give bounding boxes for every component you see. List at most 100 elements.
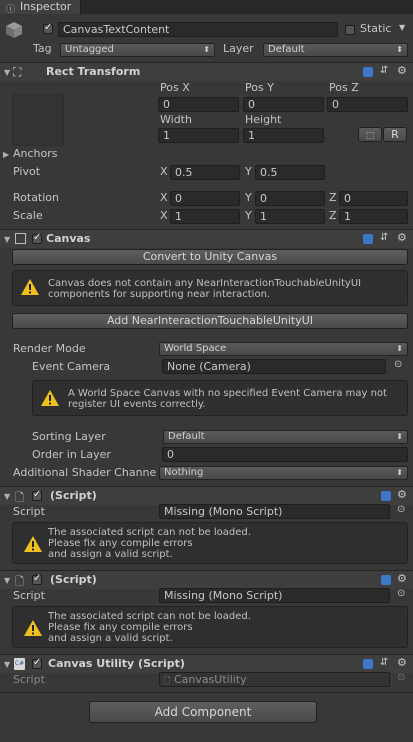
preset-icon[interactable]: ⇵ (380, 232, 388, 243)
blueprint-mode-button[interactable]: ⬚ (358, 127, 382, 142)
object-picker-icon: ⊙ (397, 672, 406, 683)
pivot-y-label: Y (245, 165, 252, 178)
render-mode-dropdown[interactable]: World Space ⬍ (159, 342, 408, 356)
pos-y-field[interactable]: 0 (243, 97, 324, 112)
canvas-title: Canvas (46, 232, 91, 245)
height-field[interactable]: 1 (243, 128, 324, 143)
help-book-icon[interactable] (363, 234, 373, 244)
tab-inspector[interactable]: ⓘ Inspector (0, 0, 81, 15)
rotation-y-field[interactable]: 0 (255, 191, 325, 206)
preset-icon[interactable]: ⇵ (380, 657, 388, 668)
help-book-icon[interactable] (363, 659, 373, 669)
foldout-arrow-icon[interactable]: ▼ (4, 235, 10, 244)
pos-x-label: Pos X (160, 81, 190, 94)
layer-dropdown[interactable]: Default ⬍ (263, 43, 408, 57)
pos-x-field[interactable]: 0 (158, 97, 239, 112)
warning-icon (21, 279, 39, 295)
scale-y-field[interactable]: 1 (255, 209, 325, 224)
sorting-layer-label: Sorting Layer (32, 430, 106, 443)
rect-transform-header[interactable]: ▼ ⛶ Rect Transform ⇵ ⚙ (0, 62, 413, 81)
rotation-x-field[interactable]: 0 (170, 191, 240, 206)
width-label: Width (160, 113, 192, 126)
chevron-down-icon: ⬍ (203, 45, 210, 54)
tag-dropdown[interactable]: Untagged ⬍ (60, 43, 215, 57)
pivot-x-label: X (160, 165, 168, 178)
canvas-utility-script-value: CanvasUtility (173, 673, 247, 686)
add-touchable-button[interactable]: Add NearInteractionTouchableUnityUI (12, 313, 408, 329)
canvas-utility-header[interactable]: ▼ C# Canvas Utility (Script) ⇵ ⚙ (0, 654, 413, 673)
foldout-arrow-icon[interactable]: ▼ (4, 68, 10, 77)
static-dropdown-arrow[interactable]: ▼ (399, 23, 405, 32)
missing-script-2-field[interactable]: Missing (Mono Script) (159, 588, 390, 603)
sorting-layer-value: Default (168, 431, 205, 442)
foldout-arrow-icon[interactable]: ▼ (4, 492, 10, 501)
tag-value: Untagged (65, 44, 114, 55)
event-camera-field[interactable]: None (Camera) (162, 359, 386, 374)
canvas-header[interactable]: ▼ Canvas ⇵ ⚙ (0, 229, 413, 248)
object-picker-icon[interactable]: ⊙ (397, 588, 405, 599)
chevron-down-icon: ⬍ (396, 45, 403, 54)
order-in-layer-field[interactable]: 0 (162, 447, 408, 462)
canvas-icon (15, 233, 26, 244)
canvas-utility-checkbox[interactable] (32, 657, 42, 669)
gameobject-name-field[interactable]: CanvasTextContent (58, 22, 338, 37)
help-book-icon[interactable] (381, 491, 391, 501)
anchor-preset-box[interactable] (12, 94, 64, 146)
missing-script-2-checkbox[interactable] (32, 573, 42, 585)
warning-icon (41, 390, 59, 406)
shader-channels-dropdown[interactable]: Nothing ⬍ (159, 466, 408, 480)
tag-label: Tag (33, 42, 52, 55)
scale-x-field[interactable]: 1 (170, 209, 240, 224)
gameobject-active-checkbox[interactable] (43, 22, 53, 34)
missing-script-1-script-label: Script (13, 505, 45, 518)
gear-icon[interactable]: ⚙ (397, 488, 407, 501)
object-picker-icon[interactable]: ⊙ (394, 359, 402, 370)
inspector-icon: ⓘ (6, 5, 16, 15)
chevron-down-icon: ⬍ (396, 344, 403, 353)
missing-script-2-header[interactable]: ▼ 🗋 (Script) ⚙ (0, 570, 413, 589)
missing-script-1-checkbox[interactable] (32, 489, 42, 501)
shader-channels-value: Nothing (164, 467, 204, 478)
raw-edit-button[interactable]: R (383, 127, 407, 142)
canvas-utility-script-label: Script (13, 673, 45, 686)
pivot-x-field[interactable]: 0.5 (170, 165, 240, 180)
touchable-warning-text: Canvas does not contain any NearInteract… (48, 278, 362, 300)
convert-to-unity-canvas-button[interactable]: Convert to Unity Canvas (12, 249, 408, 265)
canvas-enabled-checkbox[interactable] (32, 232, 42, 244)
gear-icon[interactable]: ⚙ (397, 64, 407, 77)
missing-script-1-header[interactable]: ▼ 🗋 (Script) ⚙ (0, 486, 413, 505)
preset-icon[interactable]: ⇵ (380, 65, 388, 76)
help-book-icon[interactable] (363, 67, 373, 77)
touchable-warning-box: Canvas does not contain any NearInteract… (12, 270, 408, 306)
pivot-y-field[interactable]: 0.5 (255, 165, 325, 180)
static-checkbox[interactable] (345, 25, 355, 35)
order-in-layer-label: Order in Layer (32, 448, 111, 461)
anchors-label[interactable]: Anchors (13, 147, 58, 161)
missing-script-2-warning-box: The associated script can not be loaded.… (12, 606, 408, 648)
gear-icon[interactable]: ⚙ (397, 231, 407, 244)
width-field[interactable]: 1 (158, 128, 239, 143)
missing-script-1-warning-box: The associated script can not be loaded.… (12, 522, 408, 564)
missing-script-1-field[interactable]: Missing (Mono Script) (159, 504, 390, 519)
rotation-y-label: Y (245, 191, 252, 204)
pos-y-label: Pos Y (245, 81, 274, 94)
rotation-z-field[interactable]: 0 (339, 191, 408, 206)
divider (0, 692, 413, 693)
camera-warning-text: A World Space Canvas with no specified E… (68, 388, 387, 410)
event-camera-label: Event Camera (32, 360, 111, 373)
foldout-arrow-icon[interactable]: ▼ (4, 576, 10, 585)
height-label: Height (245, 113, 282, 126)
add-component-button[interactable]: Add Component (89, 701, 317, 723)
sorting-layer-dropdown[interactable]: Default ⬍ (163, 430, 408, 444)
pos-z-label: Pos Z (329, 81, 359, 94)
object-picker-icon[interactable]: ⊙ (397, 504, 405, 515)
missing-script-2-title: (Script) (50, 573, 97, 586)
pos-z-field[interactable]: 0 (327, 97, 408, 112)
gear-icon[interactable]: ⚙ (397, 572, 407, 585)
gear-icon[interactable]: ⚙ (397, 656, 407, 669)
scale-z-field[interactable]: 1 (339, 209, 408, 224)
help-book-icon[interactable] (381, 575, 391, 585)
cs-script-icon: C# (14, 658, 25, 670)
anchors-foldout-icon[interactable]: ▶ (3, 150, 9, 159)
foldout-arrow-icon[interactable]: ▼ (4, 660, 10, 669)
